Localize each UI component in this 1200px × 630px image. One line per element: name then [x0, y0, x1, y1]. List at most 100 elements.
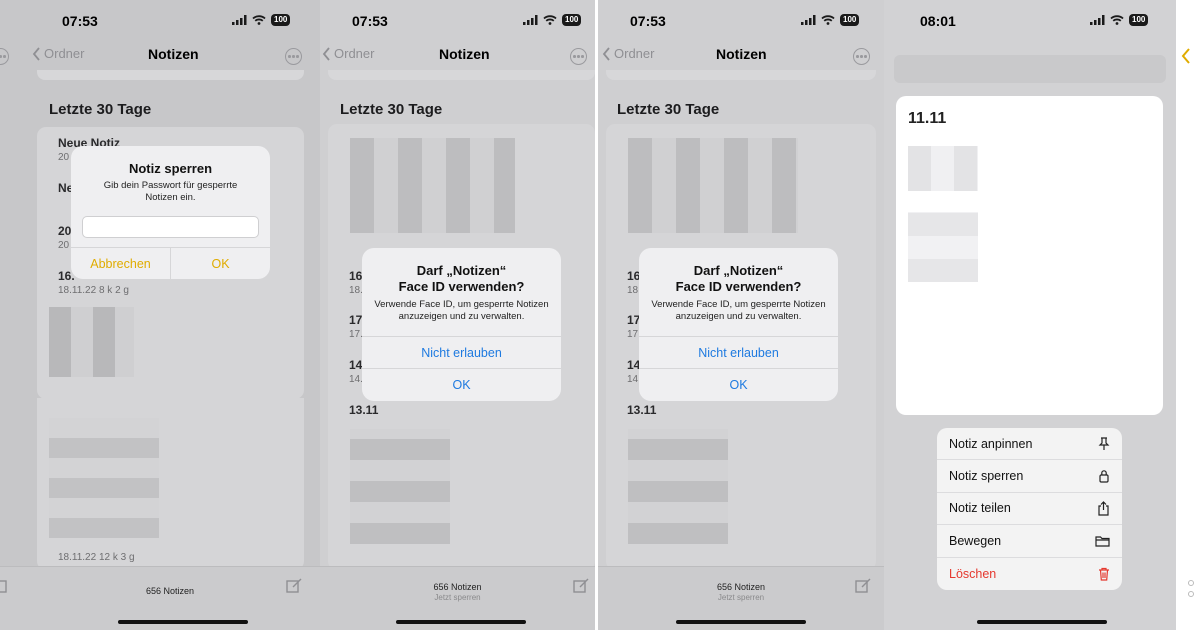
back-label: Ordner — [614, 46, 655, 61]
dialog-buttons: Abbrechen OK — [71, 247, 270, 279]
compose-icon[interactable] — [286, 578, 302, 594]
nav-bar: Ordner Notizen — [598, 40, 884, 72]
nav-title: Notizen — [148, 46, 199, 62]
dialog-message: Gib dein Passwort für gesperrte Notizen … — [103, 180, 238, 203]
screen-note-context-menu: 08:01 100 11.11 Notiz anpinnen Notiz spe… — [884, 0, 1176, 630]
context-menu: Notiz anpinnen Notiz sperren Notiz teile… — [937, 428, 1122, 590]
menu-item-pin[interactable]: Notiz anpinnen — [937, 428, 1122, 461]
wifi-icon — [252, 15, 266, 25]
face-id-permission-dialog: Darf „Notizen“ Face ID verwenden? Verwen… — [362, 248, 561, 401]
note-preview[interactable]: 11.11 — [896, 96, 1163, 415]
list-item-date: 18.11.22 12 k 3 g — [58, 552, 135, 563]
home-indicator — [118, 620, 248, 624]
dialog-message: Verwende Face ID, um gesperrte Notizen a… — [374, 299, 549, 322]
pixelated-content — [908, 212, 978, 282]
note-count: 656 Notizen — [716, 582, 766, 592]
menu-item-label: Notiz teilen — [949, 501, 1011, 516]
menu-item-share[interactable]: Notiz teilen — [937, 493, 1122, 526]
menu-item-label: Notiz sperren — [949, 469, 1024, 484]
cellular-signal-icon — [232, 15, 247, 25]
lock-icon — [1099, 470, 1109, 483]
battery-icon: 100 — [1129, 14, 1149, 26]
back-button[interactable]: Ordner — [32, 46, 84, 61]
menu-item-label: Notiz anpinnen — [949, 436, 1033, 451]
deny-button[interactable]: Nicht erlauben — [362, 336, 561, 368]
status-time: 07:53 — [352, 13, 388, 29]
list-item[interactable]: 16 18. — [349, 269, 363, 296]
face-id-permission-dialog: Darf „Notizen“ Face ID verwenden? Verwen… — [639, 248, 838, 401]
list-item[interactable]: 13.11 — [627, 403, 656, 417]
section-title: Letzte 30 Tage — [617, 101, 720, 118]
pixelated-content — [628, 429, 728, 544]
password-field[interactable] — [82, 216, 259, 238]
more-options-icon[interactable] — [0, 48, 9, 65]
pixelated-content — [628, 138, 798, 233]
menu-item-lock[interactable]: Notiz sperren — [937, 460, 1122, 493]
decorative-dots — [1188, 580, 1194, 586]
more-options-icon[interactable] — [285, 48, 302, 65]
back-button[interactable]: Ordner — [602, 46, 654, 61]
screen-face-id-prompt: 07:53 100 Ordner Notizen Letzte 30 Tage … — [320, 0, 595, 630]
status-bar: 08:01 100 — [884, 0, 1176, 42]
ok-button[interactable]: OK — [362, 368, 561, 400]
header-separator — [606, 70, 876, 80]
battery-icon: 100 — [271, 14, 291, 26]
compose-icon[interactable] — [573, 578, 589, 594]
chevron-left-icon[interactable] — [1181, 48, 1191, 64]
notes-list: 18.11.22 12 k 3 g — [37, 398, 304, 570]
chevron-left-icon — [602, 46, 610, 61]
status-icons: 100 — [1090, 14, 1149, 26]
menu-item-delete[interactable]: Löschen — [937, 558, 1122, 590]
decorative-dots — [1188, 591, 1194, 597]
share-icon — [1098, 501, 1109, 516]
list-item[interactable]: 17 17. — [349, 313, 363, 340]
pixelated-content — [350, 429, 450, 544]
home-indicator — [396, 620, 526, 624]
menu-item-move[interactable]: Bewegen — [937, 525, 1122, 558]
status-bar: 07:53 100 — [320, 0, 595, 42]
status-icons: 100 — [801, 14, 860, 26]
status-time: 08:01 — [920, 13, 956, 29]
wifi-icon — [1110, 15, 1124, 25]
dialog-title: Darf „Notizen“ — [693, 263, 784, 278]
preview-title: 11.11 — [908, 110, 947, 127]
folder-new-icon[interactable] — [0, 578, 10, 594]
note-count: 656 Notizen — [433, 582, 482, 592]
ok-button[interactable]: OK — [171, 248, 270, 279]
blurred-background — [894, 55, 1166, 83]
cellular-signal-icon — [801, 15, 816, 25]
bottom-toolbar: 656 Notizen Jetzt sperren — [598, 566, 884, 630]
wifi-icon — [543, 15, 557, 25]
status-time: 07:53 — [630, 13, 666, 29]
more-options-icon[interactable] — [570, 48, 587, 65]
home-indicator — [676, 620, 806, 624]
screen-face-id-prompt: 07:53 100 Ordner Notizen Letzte 30 Tage … — [598, 0, 884, 630]
nav-title: Notizen — [716, 46, 767, 62]
list-item[interactable]: 13.11 — [349, 403, 378, 417]
compose-icon[interactable] — [855, 578, 871, 594]
screen-partial — [1176, 0, 1200, 630]
nav-bar: Ordner Notizen — [320, 40, 595, 72]
back-button[interactable]: Ordner — [322, 46, 374, 61]
list-item[interactable]: 14 14. — [349, 358, 363, 385]
list-item[interactable]: 20 20 — [58, 224, 71, 251]
bottom-toolbar: 656 Notizen Jetzt sperren — [320, 566, 595, 630]
menu-item-label: Bewegen — [949, 533, 1002, 548]
section-title: Letzte 30 Tage — [49, 101, 152, 118]
lock-now-label[interactable]: Jetzt sperren — [320, 593, 595, 602]
cancel-button[interactable]: Abbrechen — [71, 248, 171, 279]
wifi-icon — [821, 15, 835, 25]
cellular-signal-icon — [1090, 15, 1105, 25]
deny-button[interactable]: Nicht erlauben — [639, 336, 838, 368]
dialog-title-line2: Face ID verwenden? — [398, 279, 525, 294]
status-icons: 100 — [232, 14, 291, 26]
more-options-icon[interactable] — [853, 48, 870, 65]
folder-icon — [1095, 536, 1110, 547]
chevron-left-icon — [32, 46, 40, 61]
dialog-title: Notiz sperren — [128, 161, 213, 176]
dialog-title: Darf „Notizen“ — [416, 263, 507, 278]
screen-lock-note-password: 07:53 100 Ordner Notizen Letzte 30 Tage … — [0, 0, 320, 630]
lock-now-label[interactable]: Jetzt sperren — [598, 593, 884, 602]
lock-note-dialog: Notiz sperren Gib dein Passwort für gesp… — [71, 146, 270, 279]
ok-button[interactable]: OK — [639, 368, 838, 400]
